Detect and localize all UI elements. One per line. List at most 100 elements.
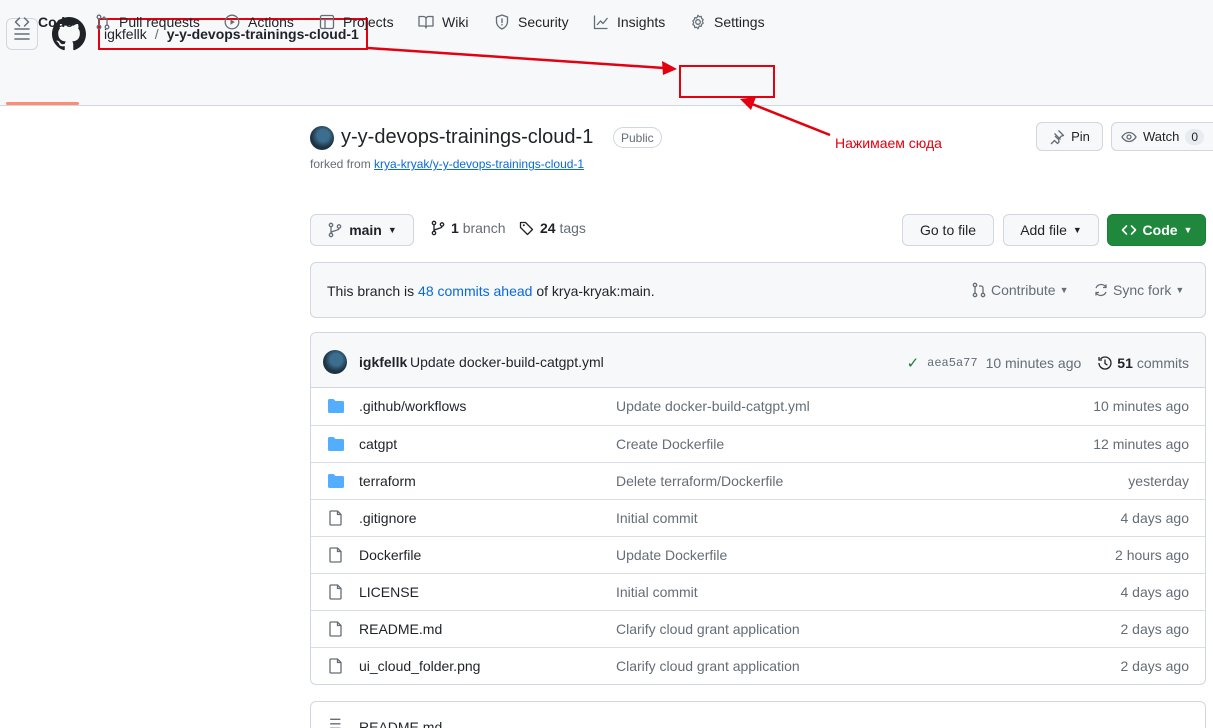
tag-icon [519, 221, 534, 236]
table-icon [319, 14, 335, 30]
repo-owner-avatar[interactable] [310, 126, 334, 150]
history-icon [1098, 356, 1112, 370]
gear-icon [692, 14, 704, 30]
folder-icon [328, 437, 344, 451]
file-name[interactable]: catgpt [359, 436, 397, 452]
file-row[interactable]: catgpt Create Dockerfile 12 minutes ago [311, 425, 1205, 462]
file-last-commit[interactable]: Clarify cloud grant application [616, 621, 800, 637]
readme-title[interactable]: README.md [359, 719, 442, 728]
tab-code-label: Code [38, 14, 73, 30]
file-row[interactable]: .github/workflows Update docker-build-cat… [311, 388, 1205, 425]
file-age: 12 minutes ago [1093, 436, 1189, 452]
file-name[interactable]: README.md [359, 621, 442, 637]
branch-select-button[interactable]: main ▼ [310, 214, 414, 246]
git-branch-icon [431, 220, 445, 236]
pin-button[interactable]: Pin [1036, 122, 1103, 151]
add-file-button[interactable]: Add file ▼ [1003, 214, 1099, 246]
contribute-button[interactable]: Contribute ▼ [971, 282, 1069, 298]
file-row[interactable]: ui_cloud_folder.png Clarify cloud grant a… [311, 647, 1205, 684]
git-branch-icon [328, 222, 342, 238]
watch-count: 0 [1185, 128, 1205, 145]
file-age: 2 days ago [1120, 658, 1190, 674]
tab-code[interactable]: Code [14, 0, 73, 44]
file-row[interactable]: terraform Delete terraform/Dockerfile yest… [311, 462, 1205, 499]
file-last-commit[interactable]: Clarify cloud grant application [616, 658, 800, 674]
sync-icon [1095, 283, 1107, 297]
file-age: 2 days ago [1120, 621, 1190, 637]
file-last-commit[interactable]: Initial commit [616, 584, 698, 600]
branch-name: main [349, 222, 382, 238]
commit-sha[interactable]: aea5a77 [927, 356, 977, 370]
file-row[interactable]: Dockerfile Update Dockerfile 2 hours ago [311, 536, 1205, 573]
tab-insights[interactable]: Insights [593, 0, 665, 44]
tab-wiki[interactable]: Wiki [418, 0, 468, 44]
commit-meta: ✓ aea5a77 10 minutes ago 51 commits [907, 354, 1189, 372]
active-tab-indicator [6, 102, 79, 105]
folder-icon [328, 474, 344, 488]
add-file-label: Add file [1020, 222, 1067, 238]
commit-author-avatar[interactable] [323, 350, 347, 374]
file-name[interactable]: LICENSE [359, 584, 419, 600]
tags-link[interactable]: 24 tags [519, 220, 586, 236]
file-icon [329, 658, 342, 674]
commit-count-label: commits [1136, 355, 1189, 371]
tab-settings[interactable]: Settings [690, 0, 765, 44]
chevron-down-icon: ▼ [1072, 225, 1082, 235]
file-name[interactable]: ui_cloud_folder.png [359, 658, 480, 674]
forked-from-link[interactable]: krya-kryak/y-y-devops-trainings-cloud-1 [374, 157, 584, 171]
tab-projects-label: Projects [343, 14, 394, 30]
file-name[interactable]: Dockerfile [359, 547, 421, 563]
watch-label: Watch [1142, 129, 1180, 144]
file-last-commit[interactable]: Initial commit [616, 510, 698, 526]
tab-pull-requests[interactable]: Pull requests [95, 0, 200, 44]
tab-security[interactable]: Security [494, 0, 569, 44]
commits-ahead-link[interactable]: 48 commits ahead [418, 283, 532, 299]
fork-status-prefix: This branch is [327, 283, 419, 299]
tab-projects[interactable]: Projects [319, 0, 394, 44]
file-row[interactable]: .gitignore Initial commit 4 days ago [311, 499, 1205, 536]
annotation-label: Нажимаем сюда [835, 135, 942, 151]
file-row[interactable]: LICENSE Initial commit 4 days ago [311, 573, 1205, 610]
file-name[interactable]: .gitignore [359, 510, 417, 526]
tab-actions-label: Actions [248, 14, 294, 30]
file-last-commit[interactable]: Create Dockerfile [616, 436, 724, 452]
fork-status-suffix: of krya-kryak:main. [532, 283, 655, 299]
file-icon [329, 584, 342, 600]
file-last-commit[interactable]: Delete terraform/Dockerfile [616, 473, 783, 489]
branch-count-label: branch [462, 220, 506, 236]
repo-title[interactable]: y-y-devops-trainings-cloud-1 [341, 126, 593, 149]
file-last-commit[interactable]: Update docker-build-catgpt.yml [616, 398, 810, 414]
go-to-file-button[interactable]: Go to file [902, 214, 994, 246]
file-icon [329, 621, 342, 637]
file-row[interactable]: README.md Clarify cloud grant application… [311, 610, 1205, 647]
file-name[interactable]: terraform [359, 473, 416, 489]
book-icon [418, 15, 434, 29]
chevron-down-icon: ▼ [1183, 225, 1193, 235]
contribute-label: Contribute [991, 282, 1056, 298]
code-dropdown-button[interactable]: Code ▼ [1107, 214, 1206, 246]
commit-author[interactable]: igkfellk [359, 354, 407, 370]
file-age: 2 hours ago [1115, 547, 1189, 563]
list-icon: ☰ [329, 716, 342, 728]
sync-fork-button[interactable]: Sync fork ▼ [1093, 282, 1184, 298]
play-icon [224, 14, 240, 30]
tag-count-label: tags [559, 220, 586, 236]
branches-link[interactable]: 1 branch [430, 220, 506, 236]
tab-settings-label: Settings [714, 14, 765, 30]
visibility-badge: Public [613, 127, 662, 148]
commit-message[interactable]: Update docker-build-catgpt.yml [410, 354, 604, 370]
check-icon: ✓ [906, 355, 920, 372]
watch-button[interactable]: Watch 0 [1111, 122, 1213, 151]
repo-header-bar: igkfellk / y-y-devops-trainings-cloud-1 … [0, 0, 1213, 106]
file-name[interactable]: .github/workflows [359, 398, 466, 414]
forked-prefix: forked from [310, 157, 375, 171]
shield-icon [495, 14, 509, 30]
pin-label: Pin [1071, 129, 1090, 144]
commit-history-link[interactable]: 51 commits [1097, 355, 1189, 371]
tab-actions[interactable]: Actions [224, 0, 294, 44]
file-icon [329, 510, 342, 526]
file-icon [329, 547, 342, 563]
file-last-commit[interactable]: Update Dockerfile [616, 547, 727, 563]
code-icon [1121, 225, 1136, 235]
commit-time: 10 minutes ago [985, 355, 1082, 371]
